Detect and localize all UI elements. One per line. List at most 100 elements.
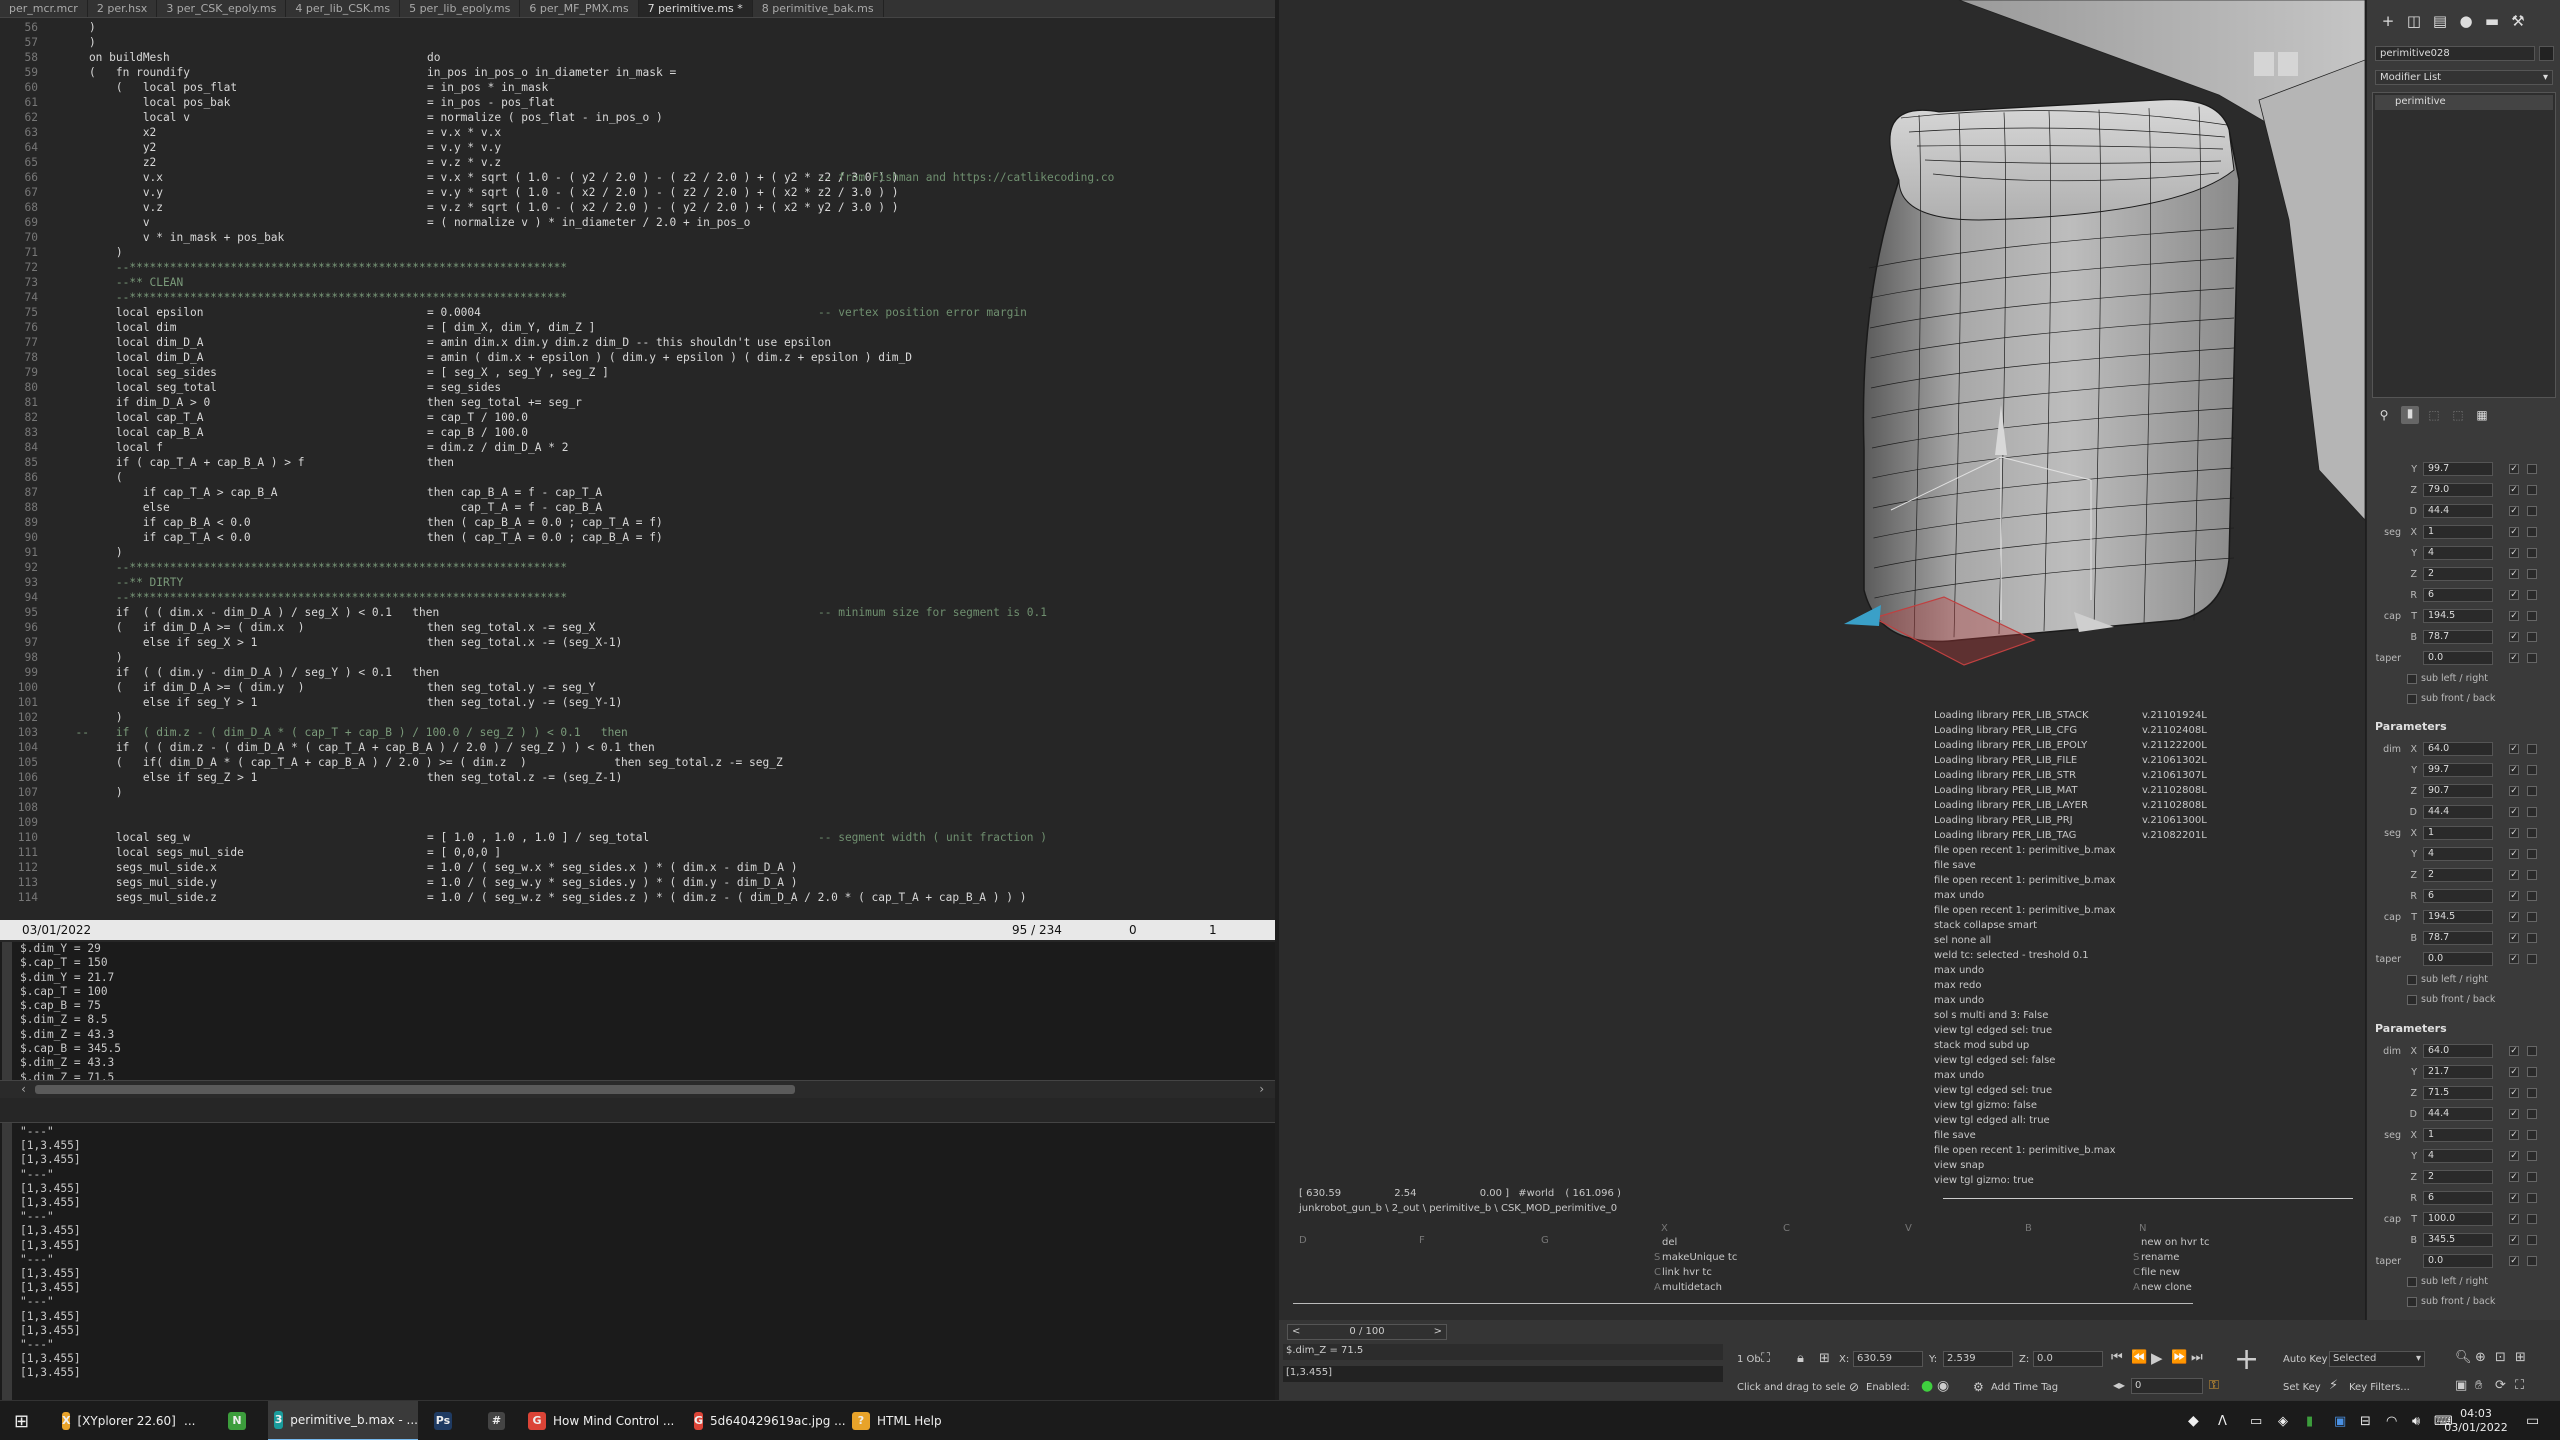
param-spinner[interactable]: 99.7 bbox=[2423, 763, 2493, 777]
param-checkbox[interactable]: ✓ bbox=[2509, 632, 2519, 642]
orbit-icon[interactable]: ⟳ bbox=[2495, 1378, 2506, 1393]
param-spinner[interactable]: 0.0 bbox=[2423, 952, 2493, 966]
param-checkbox[interactable]: ✓ bbox=[2509, 485, 2519, 495]
modifier-list-dropdown[interactable]: Modifier List ▾ bbox=[2375, 70, 2553, 85]
param-checkbox[interactable]: ✓ bbox=[2509, 464, 2519, 474]
param-spinner[interactable]: 0.0 bbox=[2423, 651, 2493, 665]
param-spinner[interactable]: 21.7 bbox=[2423, 1065, 2493, 1079]
param-checkbox[interactable]: ✓ bbox=[2509, 1193, 2519, 1203]
param-checkbox[interactable]: ✓ bbox=[2509, 786, 2519, 796]
param-checkbox[interactable]: ✓ bbox=[2509, 590, 2519, 600]
param-spinner[interactable]: 64.0 bbox=[2423, 742, 2493, 756]
set-key-plus-icon[interactable]: + bbox=[2234, 1342, 2259, 1377]
listener-input-scrollbar[interactable] bbox=[2, 1123, 12, 1401]
param-spinner[interactable]: 64.0 bbox=[2423, 1044, 2493, 1058]
param-checkbox[interactable] bbox=[2527, 1130, 2537, 1140]
horizontal-scrollbar[interactable]: ‹ › bbox=[0, 1080, 1275, 1098]
hierarchy-icon[interactable]: ▤ bbox=[2431, 12, 2449, 30]
editor-tab[interactable]: 6 per_MF_PMX.ms bbox=[520, 0, 639, 17]
param-checkbox[interactable] bbox=[2527, 569, 2537, 579]
param-checkbox[interactable] bbox=[2527, 765, 2537, 775]
taskbar-item[interactable]: Ps bbox=[428, 1401, 462, 1440]
zoom-icon[interactable]: 🔍︎ bbox=[2455, 1350, 2472, 1365]
parameters-section-title[interactable]: Parameters bbox=[2375, 720, 2447, 733]
key-filters-button[interactable]: Key Filters... bbox=[2349, 1382, 2410, 1393]
current-frame-field[interactable]: 0 bbox=[2131, 1378, 2203, 1394]
param-checkbox[interactable]: ✓ bbox=[2509, 744, 2519, 754]
auto-key-button[interactable]: Auto Key bbox=[2283, 1354, 2328, 1365]
taskbar-item[interactable]: N bbox=[222, 1401, 256, 1440]
sub-left-right-checkbox[interactable] bbox=[2407, 975, 2417, 985]
lock-icon[interactable]: 🔒︎ bbox=[1797, 1351, 1804, 1366]
volume-icon[interactable]: 🔊︎ bbox=[2412, 1401, 2420, 1440]
param-spinner[interactable]: 79.0 bbox=[2423, 483, 2493, 497]
param-spinner[interactable]: 44.4 bbox=[2423, 805, 2493, 819]
param-checkbox[interactable] bbox=[2527, 1151, 2537, 1161]
param-spinner[interactable]: 78.7 bbox=[2423, 630, 2493, 644]
y-coord-field[interactable]: 2.539 bbox=[1943, 1351, 2013, 1367]
param-checkbox[interactable] bbox=[2527, 1256, 2537, 1266]
param-checkbox[interactable]: ✓ bbox=[2509, 1067, 2519, 1077]
param-checkbox[interactable] bbox=[2527, 954, 2537, 964]
param-spinner[interactable]: 71.5 bbox=[2423, 1086, 2493, 1100]
param-checkbox[interactable]: ✓ bbox=[2509, 1256, 2519, 1266]
param-spinner[interactable]: 6 bbox=[2423, 889, 2493, 903]
sub-front-back-checkbox[interactable] bbox=[2407, 1297, 2417, 1307]
zoom-extents-icon[interactable]: ⊡ bbox=[2495, 1350, 2506, 1365]
param-spinner[interactable]: 1 bbox=[2423, 826, 2493, 840]
motion-icon[interactable]: ● bbox=[2457, 12, 2475, 30]
sub-left-right-checkbox[interactable] bbox=[2407, 1277, 2417, 1287]
param-spinner[interactable]: 0.0 bbox=[2423, 1254, 2493, 1268]
modifier-stack[interactable]: perimitive bbox=[2372, 92, 2556, 398]
mini-listener-bottom[interactable]: [1,3.455] bbox=[1283, 1366, 1723, 1382]
time-tag-icon[interactable]: ⚙ bbox=[1973, 1380, 1984, 1394]
param-checkbox[interactable]: ✓ bbox=[2509, 653, 2519, 663]
tray-app-icon[interactable]: ⊟ bbox=[2360, 1401, 2371, 1440]
param-checkbox[interactable]: ✓ bbox=[2509, 849, 2519, 859]
param-spinner[interactable]: 194.5 bbox=[2423, 609, 2493, 623]
next-frame-button[interactable]: > bbox=[1434, 1325, 1442, 1339]
clock[interactable]: 04:03 03/01/2022 bbox=[2436, 1401, 2516, 1440]
param-checkbox[interactable] bbox=[2527, 611, 2537, 621]
param-checkbox[interactable] bbox=[2527, 870, 2537, 880]
battery-icon[interactable]: ▭ bbox=[2250, 1401, 2262, 1440]
time-slider[interactable]: < 0 / 100 > bbox=[1287, 1324, 1447, 1340]
key-mode-icon[interactable]: ◂▸ bbox=[2113, 1378, 2125, 1392]
param-checkbox[interactable] bbox=[2527, 653, 2537, 663]
key-set-dropdown[interactable]: Selected ▾ bbox=[2329, 1351, 2425, 1367]
field-of-view-icon[interactable]: ▣ bbox=[2455, 1378, 2467, 1393]
pan-icon[interactable]: ✋︎ bbox=[2475, 1378, 2482, 1393]
param-checkbox[interactable] bbox=[2527, 849, 2537, 859]
sub-front-back-checkbox[interactable] bbox=[2407, 694, 2417, 704]
taskbar-item[interactable]: X [XYplorer 22.60] bbox=[56, 1401, 176, 1440]
param-checkbox[interactable]: ✓ bbox=[2509, 1172, 2519, 1182]
param-spinner[interactable]: 44.4 bbox=[2423, 1107, 2493, 1121]
prev-frame-button[interactable]: < bbox=[1292, 1325, 1300, 1339]
bottom-controls[interactable]: < 0 / 100 > $.dim_Z = 71.5 [1,3.455] 1 O… bbox=[1279, 1320, 2560, 1400]
param-checkbox[interactable] bbox=[2527, 744, 2537, 754]
param-spinner[interactable]: 2 bbox=[2423, 1170, 2493, 1184]
sub-left-right-checkbox[interactable] bbox=[2407, 674, 2417, 684]
param-checkbox[interactable]: ✓ bbox=[2509, 828, 2519, 838]
editor-tab[interactable]: 5 per_lib_epoly.ms bbox=[400, 0, 521, 17]
param-checkbox[interactable] bbox=[2527, 912, 2537, 922]
param-checkbox[interactable]: ✓ bbox=[2509, 954, 2519, 964]
enabled-indicator-icon[interactable]: ● bbox=[1921, 1378, 1933, 1394]
taskbar-item[interactable]: G How Mind Control ... bbox=[522, 1401, 678, 1440]
goto-end-icon[interactable]: ⏭ bbox=[2191, 1350, 2203, 1365]
param-spinner[interactable]: 4 bbox=[2423, 546, 2493, 560]
param-spinner[interactable]: 2 bbox=[2423, 868, 2493, 882]
param-spinner[interactable]: 6 bbox=[2423, 1191, 2493, 1205]
param-checkbox[interactable]: ✓ bbox=[2509, 765, 2519, 775]
dropbox-tray-icon[interactable]: ◆ bbox=[2188, 1401, 2199, 1440]
editor-tab[interactable]: per_mcr.mcr bbox=[0, 0, 88, 17]
param-spinner[interactable]: 78.7 bbox=[2423, 931, 2493, 945]
editor-tab[interactable]: 7 perimitive.ms * bbox=[638, 0, 753, 17]
param-checkbox[interactable]: ✓ bbox=[2509, 1088, 2519, 1098]
object-name-field[interactable]: perimitive028 bbox=[2375, 46, 2535, 61]
key-mode-toggle-icon[interactable]: ⚡ bbox=[2329, 1378, 2338, 1393]
param-checkbox[interactable] bbox=[2527, 1109, 2537, 1119]
wifi-icon[interactable]: ◠ bbox=[2386, 1401, 2397, 1440]
parameters-section-title[interactable]: Parameters bbox=[2375, 1022, 2447, 1035]
param-spinner[interactable]: 4 bbox=[2423, 1149, 2493, 1163]
